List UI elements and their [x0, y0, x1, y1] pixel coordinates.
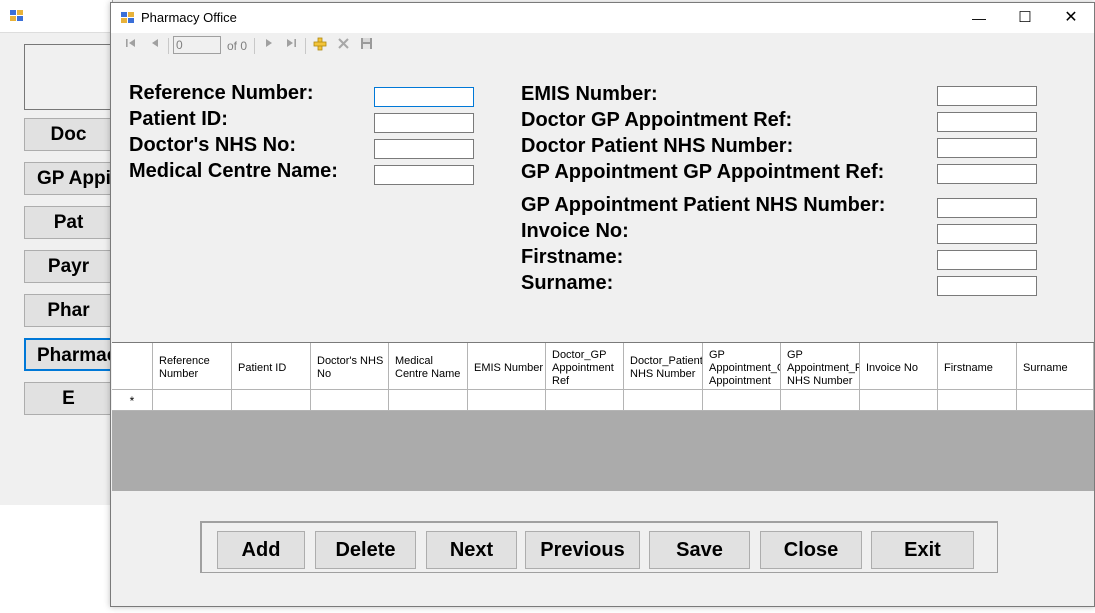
- column-header-gp-appointment-patient-nhs-number[interactable]: GP Appointment_P NHS Number: [781, 343, 860, 390]
- background-panel: [24, 44, 113, 110]
- move-previous-icon[interactable]: [147, 37, 163, 53]
- grid-cell[interactable]: [389, 390, 468, 411]
- patient-id-field[interactable]: [374, 113, 474, 133]
- surname-field[interactable]: [937, 276, 1037, 296]
- toolbar-separator: [305, 38, 306, 54]
- doctor-gp-appointment-ref-label: Doctor GP Appointment Ref:: [521, 109, 793, 131]
- close-window-button[interactable]: ✕: [1048, 3, 1094, 33]
- background-button-patient[interactable]: Pat: [24, 206, 112, 239]
- column-header-emis-number[interactable]: EMIS Number: [468, 343, 546, 390]
- grid-cell[interactable]: [232, 390, 311, 411]
- grid-cell[interactable]: [153, 390, 232, 411]
- doctor-patient-nhs-number-field[interactable]: [937, 138, 1037, 158]
- gp-appointment-gp-appointment-ref-field[interactable]: [937, 164, 1037, 184]
- column-header-doctor-patient-nhs-number[interactable]: Doctor_Patient NHS Number: [624, 343, 703, 390]
- doctors-nhs-no-field[interactable]: [374, 139, 474, 159]
- toolbar-separator: [254, 38, 255, 54]
- grid-cell[interactable]: [311, 390, 389, 411]
- column-header-surname[interactable]: Surname: [1017, 343, 1094, 390]
- column-header-doctor-gp-appointment-ref[interactable]: Doctor_GP Appointment Ref: [546, 343, 624, 390]
- column-header-firstname[interactable]: Firstname: [938, 343, 1017, 390]
- exit-button[interactable]: Exit: [871, 531, 974, 569]
- binding-navigator-toolbar: 0 of 0: [111, 33, 1094, 59]
- title-bar: Pharmacy Office — ☐ ✕: [111, 3, 1094, 33]
- new-row-marker: *: [112, 390, 153, 411]
- emis-number-field[interactable]: [937, 86, 1037, 106]
- background-button-gp-appointment[interactable]: GP Appi: [24, 162, 112, 195]
- background-button-pharmacy-office[interactable]: Pharmac: [24, 338, 112, 371]
- button-panel: Add Delete Next Previous Save Close Exit: [200, 521, 998, 573]
- move-first-icon[interactable]: [123, 37, 139, 53]
- medical-centre-name-field[interactable]: [374, 165, 474, 185]
- doctors-nhs-no-label: Doctor's NHS No:: [129, 134, 296, 156]
- add-new-icon[interactable]: [312, 37, 328, 53]
- gp-appointment-patient-nhs-number-field[interactable]: [937, 198, 1037, 218]
- records-grid[interactable]: Reference Number Patient ID Doctor's NHS…: [112, 342, 1094, 491]
- position-input[interactable]: 0: [173, 36, 221, 54]
- add-button[interactable]: Add: [217, 531, 305, 569]
- record-count-label: of 0: [227, 39, 248, 53]
- delete-icon[interactable]: [335, 37, 351, 53]
- background-button-payment[interactable]: Payr: [24, 250, 112, 283]
- grid-cell[interactable]: [624, 390, 703, 411]
- grid-cell[interactable]: [468, 390, 546, 411]
- row-header-corner: [112, 343, 153, 390]
- app-icon: [10, 10, 24, 22]
- grid-cell[interactable]: [546, 390, 624, 411]
- column-header-reference-number[interactable]: Reference Number: [153, 343, 232, 390]
- firstname-field[interactable]: [937, 250, 1037, 270]
- minimize-button[interactable]: —: [956, 3, 1002, 33]
- column-header-doctors-nhs-no[interactable]: Doctor's NHS No: [311, 343, 389, 390]
- window-icon: [121, 12, 135, 24]
- gp-appointment-gp-appointment-ref-label: GP Appointment GP Appointment Ref:: [521, 161, 885, 183]
- invoice-no-field[interactable]: [937, 224, 1037, 244]
- next-button[interactable]: Next: [426, 531, 517, 569]
- doctor-patient-nhs-number-label: Doctor Patient NHS Number:: [521, 135, 794, 157]
- invoice-no-label: Invoice No:: [521, 220, 629, 242]
- reference-number-field[interactable]: [374, 87, 474, 107]
- save-button[interactable]: Save: [649, 531, 750, 569]
- background-title-bar: [0, 0, 112, 33]
- emis-number-label: EMIS Number:: [521, 83, 658, 105]
- reference-number-label: Reference Number:: [129, 82, 314, 104]
- window-title: Pharmacy Office: [141, 10, 237, 25]
- previous-button[interactable]: Previous: [525, 531, 640, 569]
- pharmacy-office-window: Pharmacy Office — ☐ ✕ 0 of 0 Reference N…: [110, 2, 1095, 607]
- column-header-invoice-no[interactable]: Invoice No: [860, 343, 938, 390]
- firstname-label: Firstname:: [521, 246, 624, 268]
- patient-id-label: Patient ID:: [129, 108, 228, 130]
- column-header-patient-id[interactable]: Patient ID: [232, 343, 311, 390]
- move-next-icon[interactable]: [261, 37, 277, 53]
- background-button-pharmacy[interactable]: Phar: [24, 294, 112, 327]
- grid-cell[interactable]: [938, 390, 1017, 411]
- background-button-exit[interactable]: E: [24, 382, 112, 415]
- save-icon[interactable]: [358, 37, 374, 53]
- background-window: Doc GP Appi Pat Payr Phar Pharmac E: [0, 0, 113, 505]
- medical-centre-name-label: Medical Centre Name:: [129, 160, 338, 182]
- background-button-doctor[interactable]: Doc: [24, 118, 112, 151]
- grid-cell[interactable]: [1017, 390, 1094, 411]
- close-button[interactable]: Close: [760, 531, 862, 569]
- grid-cell[interactable]: [703, 390, 781, 411]
- move-last-icon[interactable]: [283, 37, 299, 53]
- grid-cell[interactable]: [860, 390, 938, 411]
- toolbar-separator: [168, 38, 169, 54]
- column-header-gp-appointment-gp-appointment[interactable]: GP Appointment_GP Appointment: [703, 343, 781, 390]
- grid-cell[interactable]: [781, 390, 860, 411]
- gp-appointment-patient-nhs-number-label: GP Appointment Patient NHS Number:: [521, 194, 886, 216]
- doctor-gp-appointment-ref-field[interactable]: [937, 112, 1037, 132]
- column-header-medical-centre-name[interactable]: Medical Centre Name: [389, 343, 468, 390]
- maximize-button[interactable]: ☐: [1002, 3, 1048, 33]
- surname-label: Surname:: [521, 272, 614, 294]
- delete-button[interactable]: Delete: [315, 531, 416, 569]
